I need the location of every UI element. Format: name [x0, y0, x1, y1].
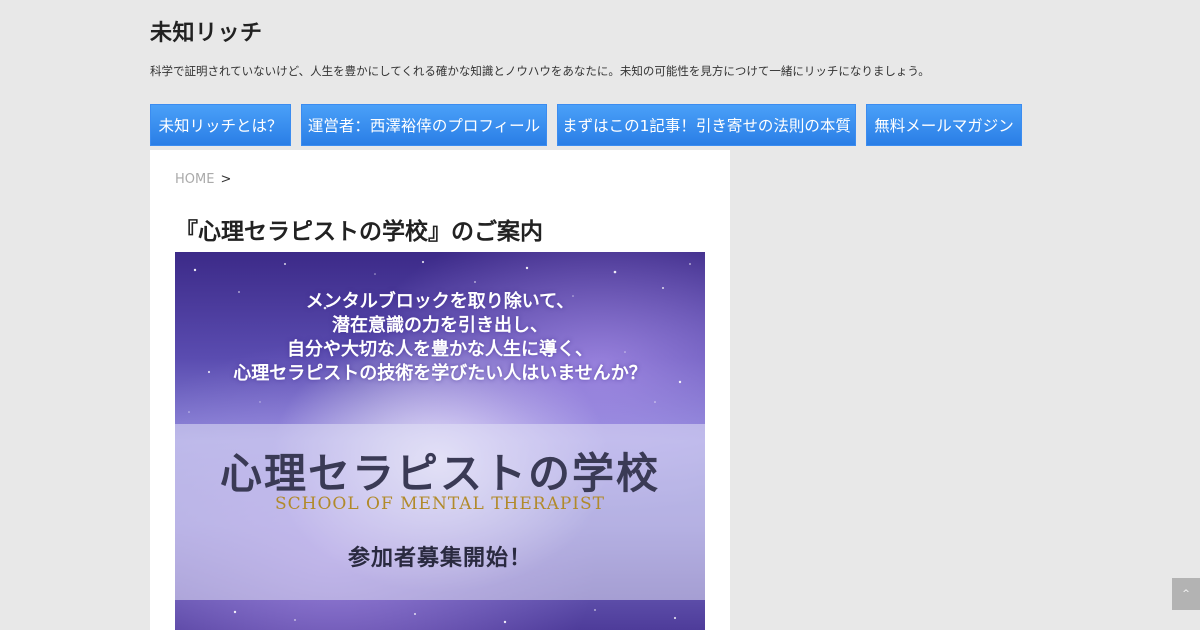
nav-item-profile[interactable]: 運営者：西澤裕倖のプロフィール: [301, 104, 547, 146]
hero-line: 自分や大切な人を豊かな人生に導く、: [287, 339, 593, 360]
site-header: 未知リッチ 科学で証明されていないけど、人生を豊かにしてくれる確かな知識とノウハ…: [150, 18, 1050, 79]
chevron-up-icon: ^: [1182, 589, 1190, 599]
site-description: 科学で証明されていないけど、人生を豊かにしてくれる確かな知識とノウハウをあなたに…: [150, 64, 930, 78]
hero-line: メンタルブロックを取り除いて、: [305, 291, 575, 312]
breadcrumb-home-link[interactable]: HOME: [175, 172, 214, 187]
breadcrumb: HOME >: [175, 172, 231, 187]
nav-item-law-of-attraction[interactable]: まずはこの1記事！引き寄せの法則の本質: [557, 104, 856, 146]
hero-tagline: メンタルブロックを取り除いて、 潜在意識の力を引き出し、 自分や大切な人を豊かな…: [175, 290, 705, 386]
hero-title: 心理セラピストの学校: [219, 449, 660, 498]
page-title: 『心理セラピストの学校』のご案内: [175, 219, 543, 245]
hero-cta-text: 参加者募集開始！: [347, 545, 532, 571]
hero-line: 潜在意識の力を引き出し、: [332, 315, 548, 336]
hero-banner-image: メンタルブロックを取り除いて、 潜在意識の力を引き出し、 自分や大切な人を豊かな…: [175, 252, 705, 630]
site-title[interactable]: 未知リッチ: [150, 18, 1050, 50]
hero-line: 心理セラピストの技術を学びたい人はいませんか？: [233, 363, 647, 384]
nav-item-newsletter[interactable]: 無料メールマガジン: [866, 104, 1022, 146]
nav-item-about[interactable]: 未知リッチとは？: [150, 104, 291, 146]
breadcrumb-separator: >: [220, 172, 232, 187]
main-content: HOME > 『心理セラピストの学校』のご案内 メンタルブロックを取り除いて、 潜…: [150, 150, 730, 630]
hero-subtitle: SCHOOL OF MENTAL THERAPIST: [274, 494, 606, 514]
back-to-top-button[interactable]: ^: [1172, 578, 1200, 610]
